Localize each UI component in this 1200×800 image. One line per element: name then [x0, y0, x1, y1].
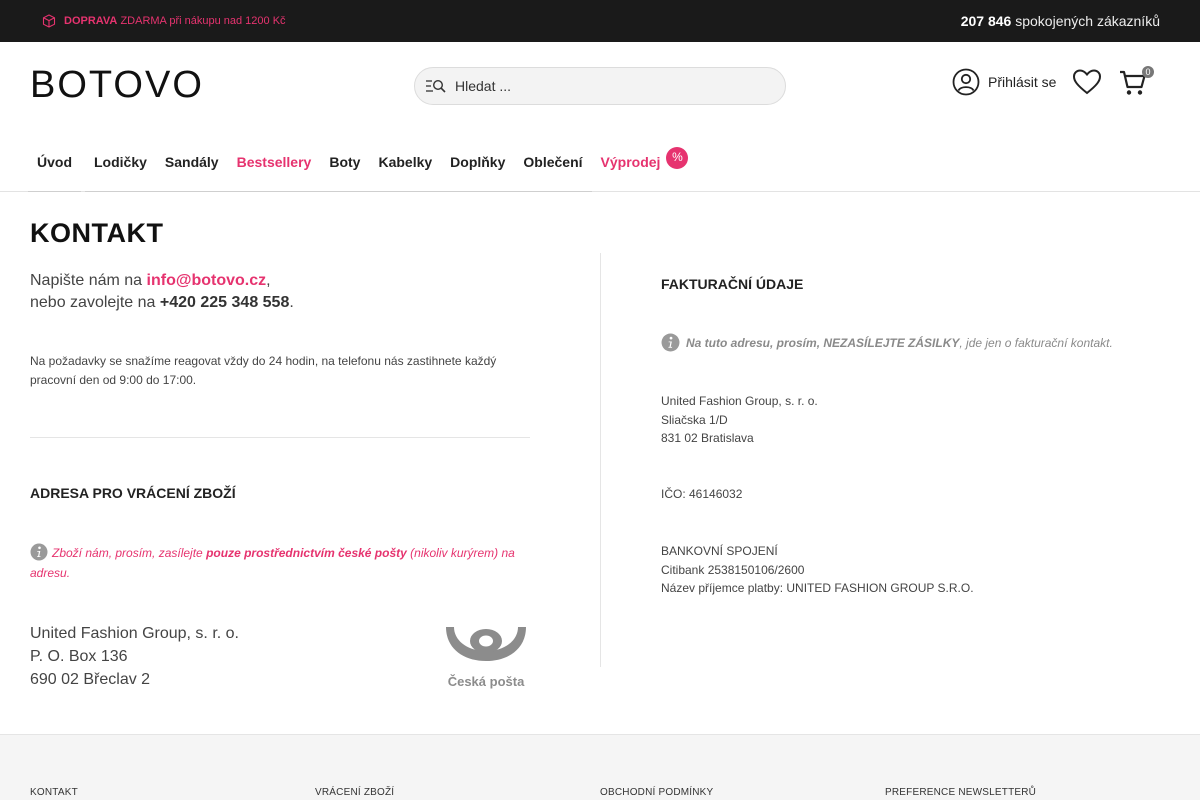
phone-link[interactable]: +420 225 348 558: [160, 294, 289, 311]
nav-item-lodicky[interactable]: Lodičky: [85, 142, 156, 192]
cart-count-badge: 0: [1142, 66, 1154, 78]
customers-text: spokojených zákazníků: [1015, 13, 1160, 29]
returns-note-bold: pouze prostřednictvím české pošty: [206, 546, 407, 560]
returns-address-line: United Fashion Group, s. r. o.: [30, 625, 239, 642]
returns-heading: ADRESA PRO VRÁCENÍ ZBOŽÍ: [30, 485, 236, 501]
site-logo[interactable]: BOTOVO: [30, 64, 204, 107]
login-button[interactable]: Přihlásit se: [952, 68, 1056, 96]
footer-link-terms[interactable]: OBCHODNÍ PODMÍNKY: [600, 787, 713, 798]
nav-item-vyprodej[interactable]: Výprodej%: [592, 142, 698, 192]
nav-item-doplnky[interactable]: Doplňky: [441, 142, 515, 192]
shipping-promo: DOPRAVA ZDARMA při nákupu nad 1200 Kč: [42, 14, 286, 28]
nav-item-sandaly[interactable]: Sandály: [155, 142, 228, 192]
customers-number: 207 846: [960, 13, 1012, 29]
returns-note: Zboží nám, prosím, zasílejte pouze prost…: [30, 543, 530, 583]
site-footer: KONTAKT VRÁCENÍ ZBOŽÍ OBCHODNÍ PODMÍNKY …: [0, 734, 1200, 800]
comma: ,: [266, 272, 271, 289]
billing-note-bold: Na tuto adresu, prosím, NEZASÍLEJTE ZÁSI…: [686, 335, 960, 350]
bank-line: BANKOVNÍ SPOJENÍ: [661, 544, 778, 558]
nav-item-obleceni[interactable]: Oblečení: [514, 142, 592, 192]
bank-details: BANKOVNÍ SPOJENÍ Citibank 2538150106/260…: [661, 542, 974, 598]
contact-info: Napište nám na info@botovo.cz, nebo zavo…: [30, 270, 530, 390]
shipping-text: ZDARMA při nákupu nad 1200 Kč: [120, 15, 286, 27]
posta-logo-text: Česká pošta: [448, 674, 525, 689]
billing-address: United Fashion Group, s. r. o. Sliačska …: [661, 392, 818, 448]
returns-address-line: P. O. Box 136: [30, 648, 128, 665]
shipping-bold: DOPRAVA: [64, 15, 118, 27]
billing-note: Na tuto adresu, prosím, NEZASÍLEJTE ZÁSI…: [661, 333, 1113, 352]
billing-address-line: 831 02 Bratislava: [661, 431, 754, 445]
nav-item-uvod[interactable]: Úvod: [28, 142, 81, 192]
phone-line: nebo zavolejte na +420 225 348 558.: [30, 292, 530, 314]
billing-note-rest: , jde jen o fakturační kontakt.: [959, 335, 1113, 350]
sale-percent-badge: %: [666, 147, 689, 169]
search-box[interactable]: [414, 67, 786, 105]
billing-address-line: United Fashion Group, s. r. o.: [661, 394, 818, 408]
returns-note-prefix: Zboží nám, prosím, zasílejte: [52, 546, 203, 560]
email-line: Napište nám na info@botovo.cz,: [30, 270, 530, 292]
nav-vyprodej-label[interactable]: Výprodej: [601, 154, 661, 170]
user-icon[interactable]: [952, 68, 980, 96]
section-divider: [30, 437, 530, 438]
write-prefix: Napište nám na: [30, 272, 143, 289]
footer-link-kontakt[interactable]: KONTAKT: [30, 787, 78, 798]
site-header: BOTOVO Přihlásit se 0 Úvod Lodičky: [0, 42, 1200, 192]
info-icon: [30, 543, 48, 561]
info-icon: [661, 333, 680, 352]
nav-item-boty[interactable]: Boty: [320, 142, 370, 192]
returns-address-line: 690 02 Břeclav 2: [30, 671, 151, 688]
package-icon: [42, 14, 56, 28]
billing-ico: IČO: 46146032: [661, 487, 743, 501]
period: .: [289, 294, 294, 311]
promo-bar: DOPRAVA ZDARMA při nákupu nad 1200 Kč 20…: [0, 0, 1200, 42]
customer-count: 207 846 spokojených zákazníků: [961, 13, 1160, 29]
nav-item-kabelky[interactable]: Kabelky: [369, 142, 442, 192]
footer-link-newsletter[interactable]: PREFERENCE NEWSLETTERŮ: [885, 787, 1036, 798]
returns-address: United Fashion Group, s. r. o. P. O. Box…: [30, 622, 239, 691]
ceska-posta-logo: Česká pošta: [446, 627, 526, 689]
search-icon[interactable]: [425, 78, 447, 94]
cart-button[interactable]: 0: [1118, 66, 1154, 98]
billing-address-line: Sliačska 1/D: [661, 412, 728, 427]
main-nav: Úvod Lodičky Sandály Bestsellery Boty Ka…: [28, 142, 697, 192]
footer-link-returns[interactable]: VRÁCENÍ ZBOŽÍ: [315, 787, 394, 798]
billing-heading: FAKTURAČNÍ ÚDAJE: [661, 276, 804, 292]
column-separator: [600, 253, 601, 667]
call-prefix: nebo zavolejte na: [30, 294, 156, 311]
response-time-text: Na požadavky se snažíme reagovat vždy do…: [30, 354, 497, 387]
search-input[interactable]: [455, 78, 755, 94]
nav-item-bestsellery[interactable]: Bestsellery: [227, 142, 321, 192]
wishlist-heart-icon[interactable]: [1072, 68, 1102, 96]
login-label[interactable]: Přihlásit se: [988, 74, 1056, 90]
page-title: KONTAKT: [30, 218, 164, 248]
email-link[interactable]: info@botovo.cz: [147, 272, 267, 289]
bank-line: Citibank 2538150106/2600: [661, 562, 805, 577]
bank-line: Název příjemce platby: UNITED FASHION GR…: [661, 581, 974, 595]
